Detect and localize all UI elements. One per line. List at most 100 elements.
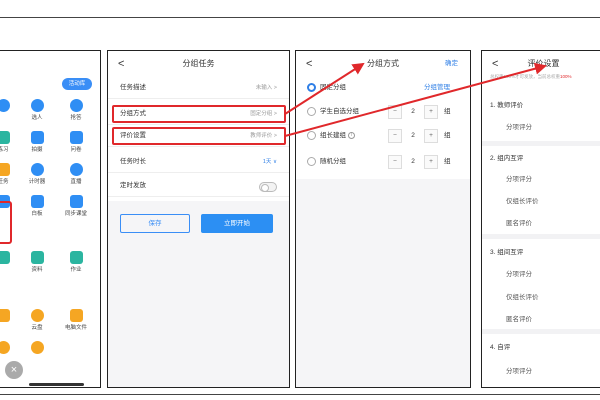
minus-icon[interactable]: − [388,129,402,143]
top-divider [0,17,600,18]
app-item-practice[interactable]: 练习 [0,131,20,154]
task-description-row[interactable]: 任务描述 未输入 > [108,77,289,99]
app-item[interactable] [0,251,20,274]
page-title: 分组任务 [182,59,215,68]
app-item-camera[interactable]: 拍摄 [20,131,54,154]
app-item-live[interactable]: 直播 [59,163,93,186]
grouping-method-highlight [112,105,286,123]
section-title: 2. 组内互评 [490,155,524,162]
plus-icon[interactable]: + [424,155,438,169]
unit-label: 组 [444,132,451,139]
section-title: 3. 组间互评 [490,249,524,256]
mic-icon [0,99,10,112]
back-icon[interactable]: < [492,51,498,77]
task-highlight-box [0,201,12,244]
radio[interactable] [307,107,316,116]
app-item[interactable] [0,309,20,332]
sub-item[interactable]: 分项评分 [506,173,532,183]
close-icon[interactable]: × [5,361,23,379]
section-title: 1. 教师评价 [490,102,524,109]
sub-item[interactable]: 分项评分 [506,121,532,131]
app-item-task[interactable]: 任务 [0,163,20,186]
radio[interactable] [307,131,316,140]
home-indicator [29,383,84,386]
app-item-homework[interactable]: 作业 [59,251,93,274]
sub-item[interactable]: 分项评分 [506,365,532,375]
scheduled-release-toggle[interactable] [259,182,277,192]
bottom-divider [0,394,600,395]
section-title: 4. 自评 [490,344,511,351]
person-icon [30,99,44,112]
group-count-stepper[interactable]: − 2 + 组 [388,129,456,143]
group-management-link[interactable]: 分组管理 [424,77,450,99]
back-icon[interactable]: < [118,51,124,77]
save-button[interactable]: 保存 [120,214,190,233]
radio-selected[interactable] [307,83,316,92]
option-random-group[interactable]: 随机分组 − 2 + 组 [296,151,470,173]
option-leader-creates[interactable]: 组长建组 i − 2 + 组 [296,125,470,147]
doc-icon [0,251,10,264]
weight-note: 总权重100%才可发放，当前总权重100% [482,73,600,82]
group-task-screen: < 分组任务 任务描述 未输入 > 分组方式 固定分组 > 评价设置 教师评价 > 任… [107,50,290,388]
sub-item[interactable]: 仅组长评价 [506,195,539,205]
app-item-search[interactable] [20,341,54,357]
app-item-quick-answer[interactable]: 抢答 [59,99,93,122]
evaluation-settings-highlight [112,127,286,145]
sync-class-icon [69,195,83,208]
row-label: 定时发放 [120,182,146,189]
page-title: 评价设置 [527,59,560,68]
confirm-button[interactable]: 确定 [445,51,458,77]
stepper-value: 2 [411,158,415,165]
app-item-questionnaire[interactable]: 问卷 [59,131,93,154]
nav-bar: < 评价设置 [482,51,600,73]
scheduled-release-row: 定时发放 [108,175,289,197]
sub-item[interactable]: 匿名评价 [506,313,532,323]
folder-icon [30,251,44,264]
homework-icon [69,251,83,264]
app-item[interactable] [0,99,20,122]
search-icon [30,341,44,354]
row-label: 任务时长 [120,158,146,165]
section-separator [482,329,600,334]
unit-label: 组 [444,108,451,115]
camera-icon [30,131,44,144]
sub-item[interactable]: 匿名评价 [506,217,532,227]
back-icon[interactable]: < [306,51,312,77]
nav-bar: < 分组任务 [108,51,289,73]
activity-library-button[interactable]: 活动库 [62,78,92,90]
task-duration-row[interactable]: 任务时长 1天 ∨ [108,151,289,173]
task-icon [0,163,10,176]
minus-icon[interactable]: − [388,155,402,169]
sub-item[interactable]: 仅组长评价 [506,291,539,301]
stepper-value: 2 [411,108,415,115]
app-item[interactable] [0,341,20,357]
app-item-cloud-disk[interactable]: 云盘 [20,309,54,332]
grouping-method-screen: < 分组方式 确定 固定分组 分组管理 学生自选分组 − 2 + 组 组长建组 i… [295,50,471,388]
app-item-pc-files[interactable]: 电脑文件 [59,309,93,332]
radio[interactable] [307,157,316,166]
plus-icon[interactable]: + [424,129,438,143]
page-title: 分组方式 [367,59,399,68]
sub-item[interactable]: 分项评分 [506,268,532,278]
option-label: 组长建组 [320,132,346,139]
plus-icon[interactable]: + [424,105,438,119]
app-item-select-person[interactable]: 选人 [20,99,54,122]
app-item-materials[interactable]: 资料 [20,251,54,274]
group-count-stepper[interactable]: − 2 + 组 [388,155,456,169]
start-now-button[interactable]: 立即开始 [201,214,273,233]
option-label: 固定分组 [320,84,346,91]
section-separator [482,141,600,146]
cloud-icon [30,309,44,322]
whiteboard-icon [30,195,44,208]
app-item-sync-class[interactable]: 同步课堂 [59,195,93,218]
app-item-timer[interactable]: 计时器 [20,163,54,186]
group-count-stepper[interactable]: − 2 + 组 [388,105,456,119]
minus-icon[interactable]: − [388,105,402,119]
stepper-value: 2 [411,132,415,139]
questionnaire-icon [69,131,83,144]
option-fixed-group[interactable]: 固定分组 分组管理 [296,77,470,99]
option-student-self-select[interactable]: 学生自选分组 − 2 + 组 [296,101,470,123]
info-icon[interactable]: i [348,131,355,139]
app-item-whiteboard[interactable]: 白板 [20,195,54,218]
content-background [296,179,470,387]
